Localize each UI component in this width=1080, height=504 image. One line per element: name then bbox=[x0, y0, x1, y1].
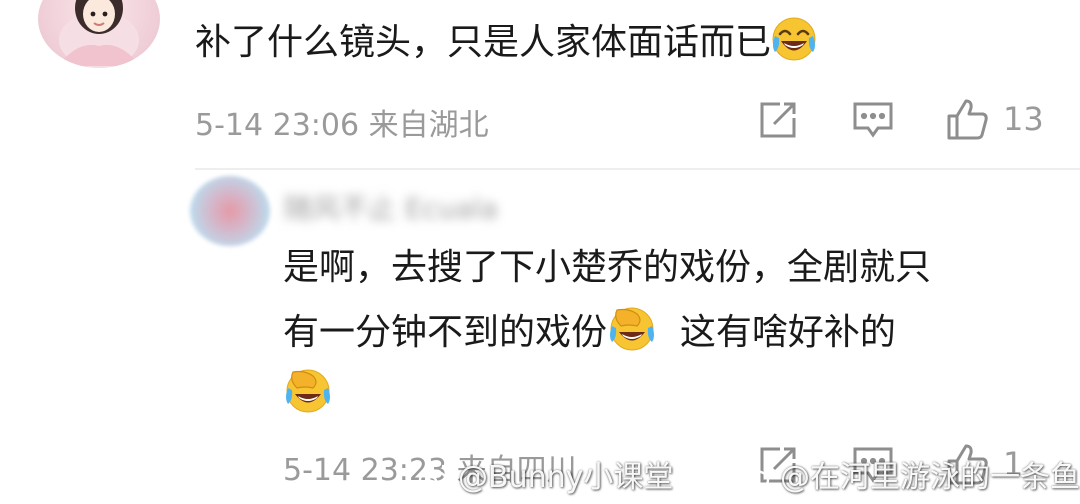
reply-text-line-2: 有一分钟不到的戏份 这有啥好补的 bbox=[283, 304, 896, 367]
timestamp: 5-14 23:06 bbox=[195, 108, 360, 143]
weibo-logo-icon bbox=[740, 463, 774, 491]
reply-text-line-1: 是啊，去搜了下小楚乔的戏份，全剧就只 bbox=[283, 247, 932, 288]
like-count: 13 bbox=[1003, 100, 1044, 138]
weibo-logo-icon bbox=[418, 463, 452, 491]
reply-text-segment: 这有啥好补的 bbox=[679, 312, 896, 353]
location: 来自湖北 bbox=[368, 108, 489, 143]
facepalm-laugh-emoji-icon bbox=[283, 366, 333, 429]
watermark-left: @Bunny小课堂 bbox=[418, 452, 673, 496]
reply-icon[interactable] bbox=[852, 100, 894, 144]
avatar[interactable] bbox=[38, 0, 160, 68]
comment-meta: 5-14 23:06 来自湖北 bbox=[195, 100, 489, 144]
comment-body: 补了什么镜头，只是人家体面话而已 bbox=[195, 22, 772, 63]
thumbs-up-icon[interactable] bbox=[946, 98, 990, 146]
laughing-crying-emoji-icon bbox=[771, 16, 817, 77]
watermark-right: @在河里游泳的一条鱼 bbox=[740, 452, 1080, 496]
watermark-text: @在河里游泳的一条鱼 bbox=[780, 460, 1080, 495]
divider bbox=[195, 168, 1080, 170]
facepalm-laugh-emoji-icon bbox=[607, 304, 657, 367]
share-icon[interactable] bbox=[758, 100, 798, 144]
watermark-text: @Bunny小课堂 bbox=[458, 460, 674, 495]
comment-text: 补了什么镜头，只是人家体面话而已 bbox=[195, 16, 817, 77]
blurred-username[interactable]: 随风不止 Ecuala bbox=[284, 187, 498, 227]
reply-text-line-3 bbox=[283, 366, 333, 429]
reply-text-segment: 有一分钟不到的戏份 bbox=[283, 312, 608, 353]
reply-avatar[interactable] bbox=[190, 176, 270, 246]
